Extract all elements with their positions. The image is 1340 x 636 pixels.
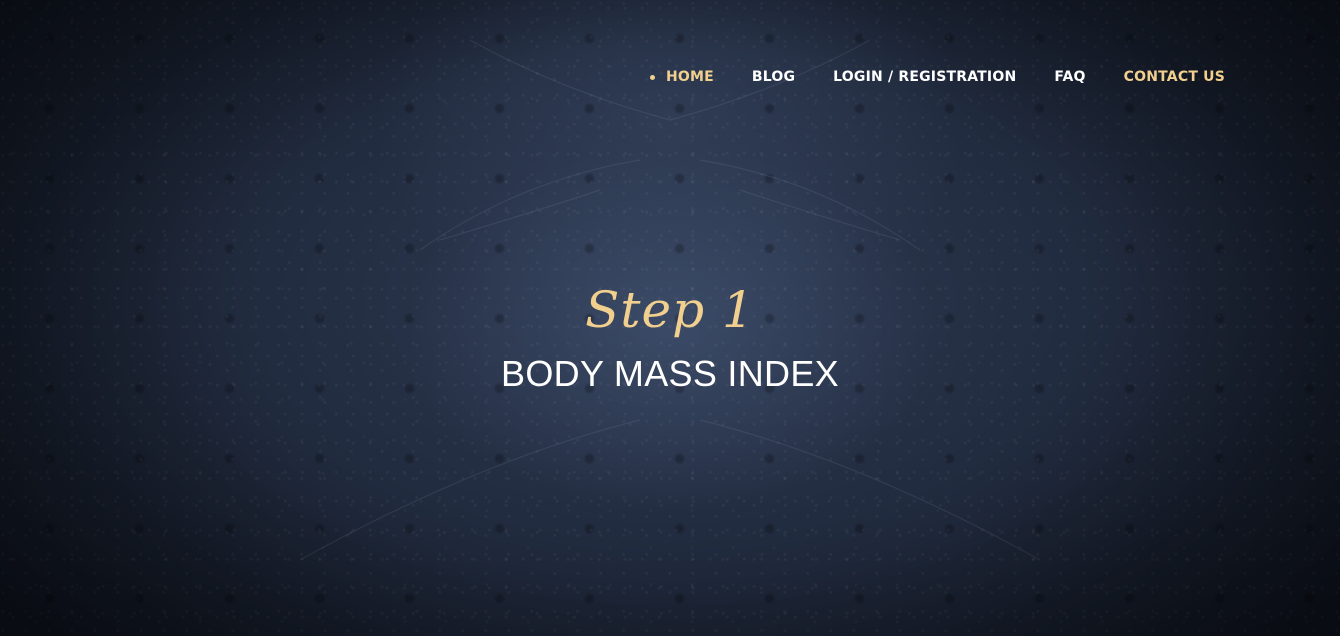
nav-item-blog[interactable]: BLOG xyxy=(752,66,795,88)
nav-item-home-label: HOME xyxy=(665,69,714,85)
nav-item-login-registration-label: LOGIN / REGISTRATION xyxy=(833,69,1017,85)
nav-item-contact-us[interactable]: CONTACT US xyxy=(1124,66,1225,88)
nav-item-faq-label: FAQ xyxy=(1054,69,1086,85)
main-navigation: HOME BLOG LOGIN / REGISTRATION FAQ CONTA… xyxy=(628,66,1225,88)
step-label: Step 1 xyxy=(585,281,755,339)
nav-item-login-registration[interactable]: LOGIN / REGISTRATION xyxy=(833,66,1016,88)
nav-item-blog-label: BLOG xyxy=(751,69,796,85)
nav-item-faq[interactable]: FAQ xyxy=(1054,66,1085,88)
hero-section: HOME BLOG LOGIN / REGISTRATION FAQ CONTA… xyxy=(0,0,1340,636)
nav-item-contact-us-label: CONTACT US xyxy=(1123,69,1225,85)
nav-item-home[interactable]: HOME xyxy=(649,66,714,88)
page-title: BODY MASS INDEX xyxy=(501,353,839,394)
active-indicator-dot xyxy=(649,75,655,80)
